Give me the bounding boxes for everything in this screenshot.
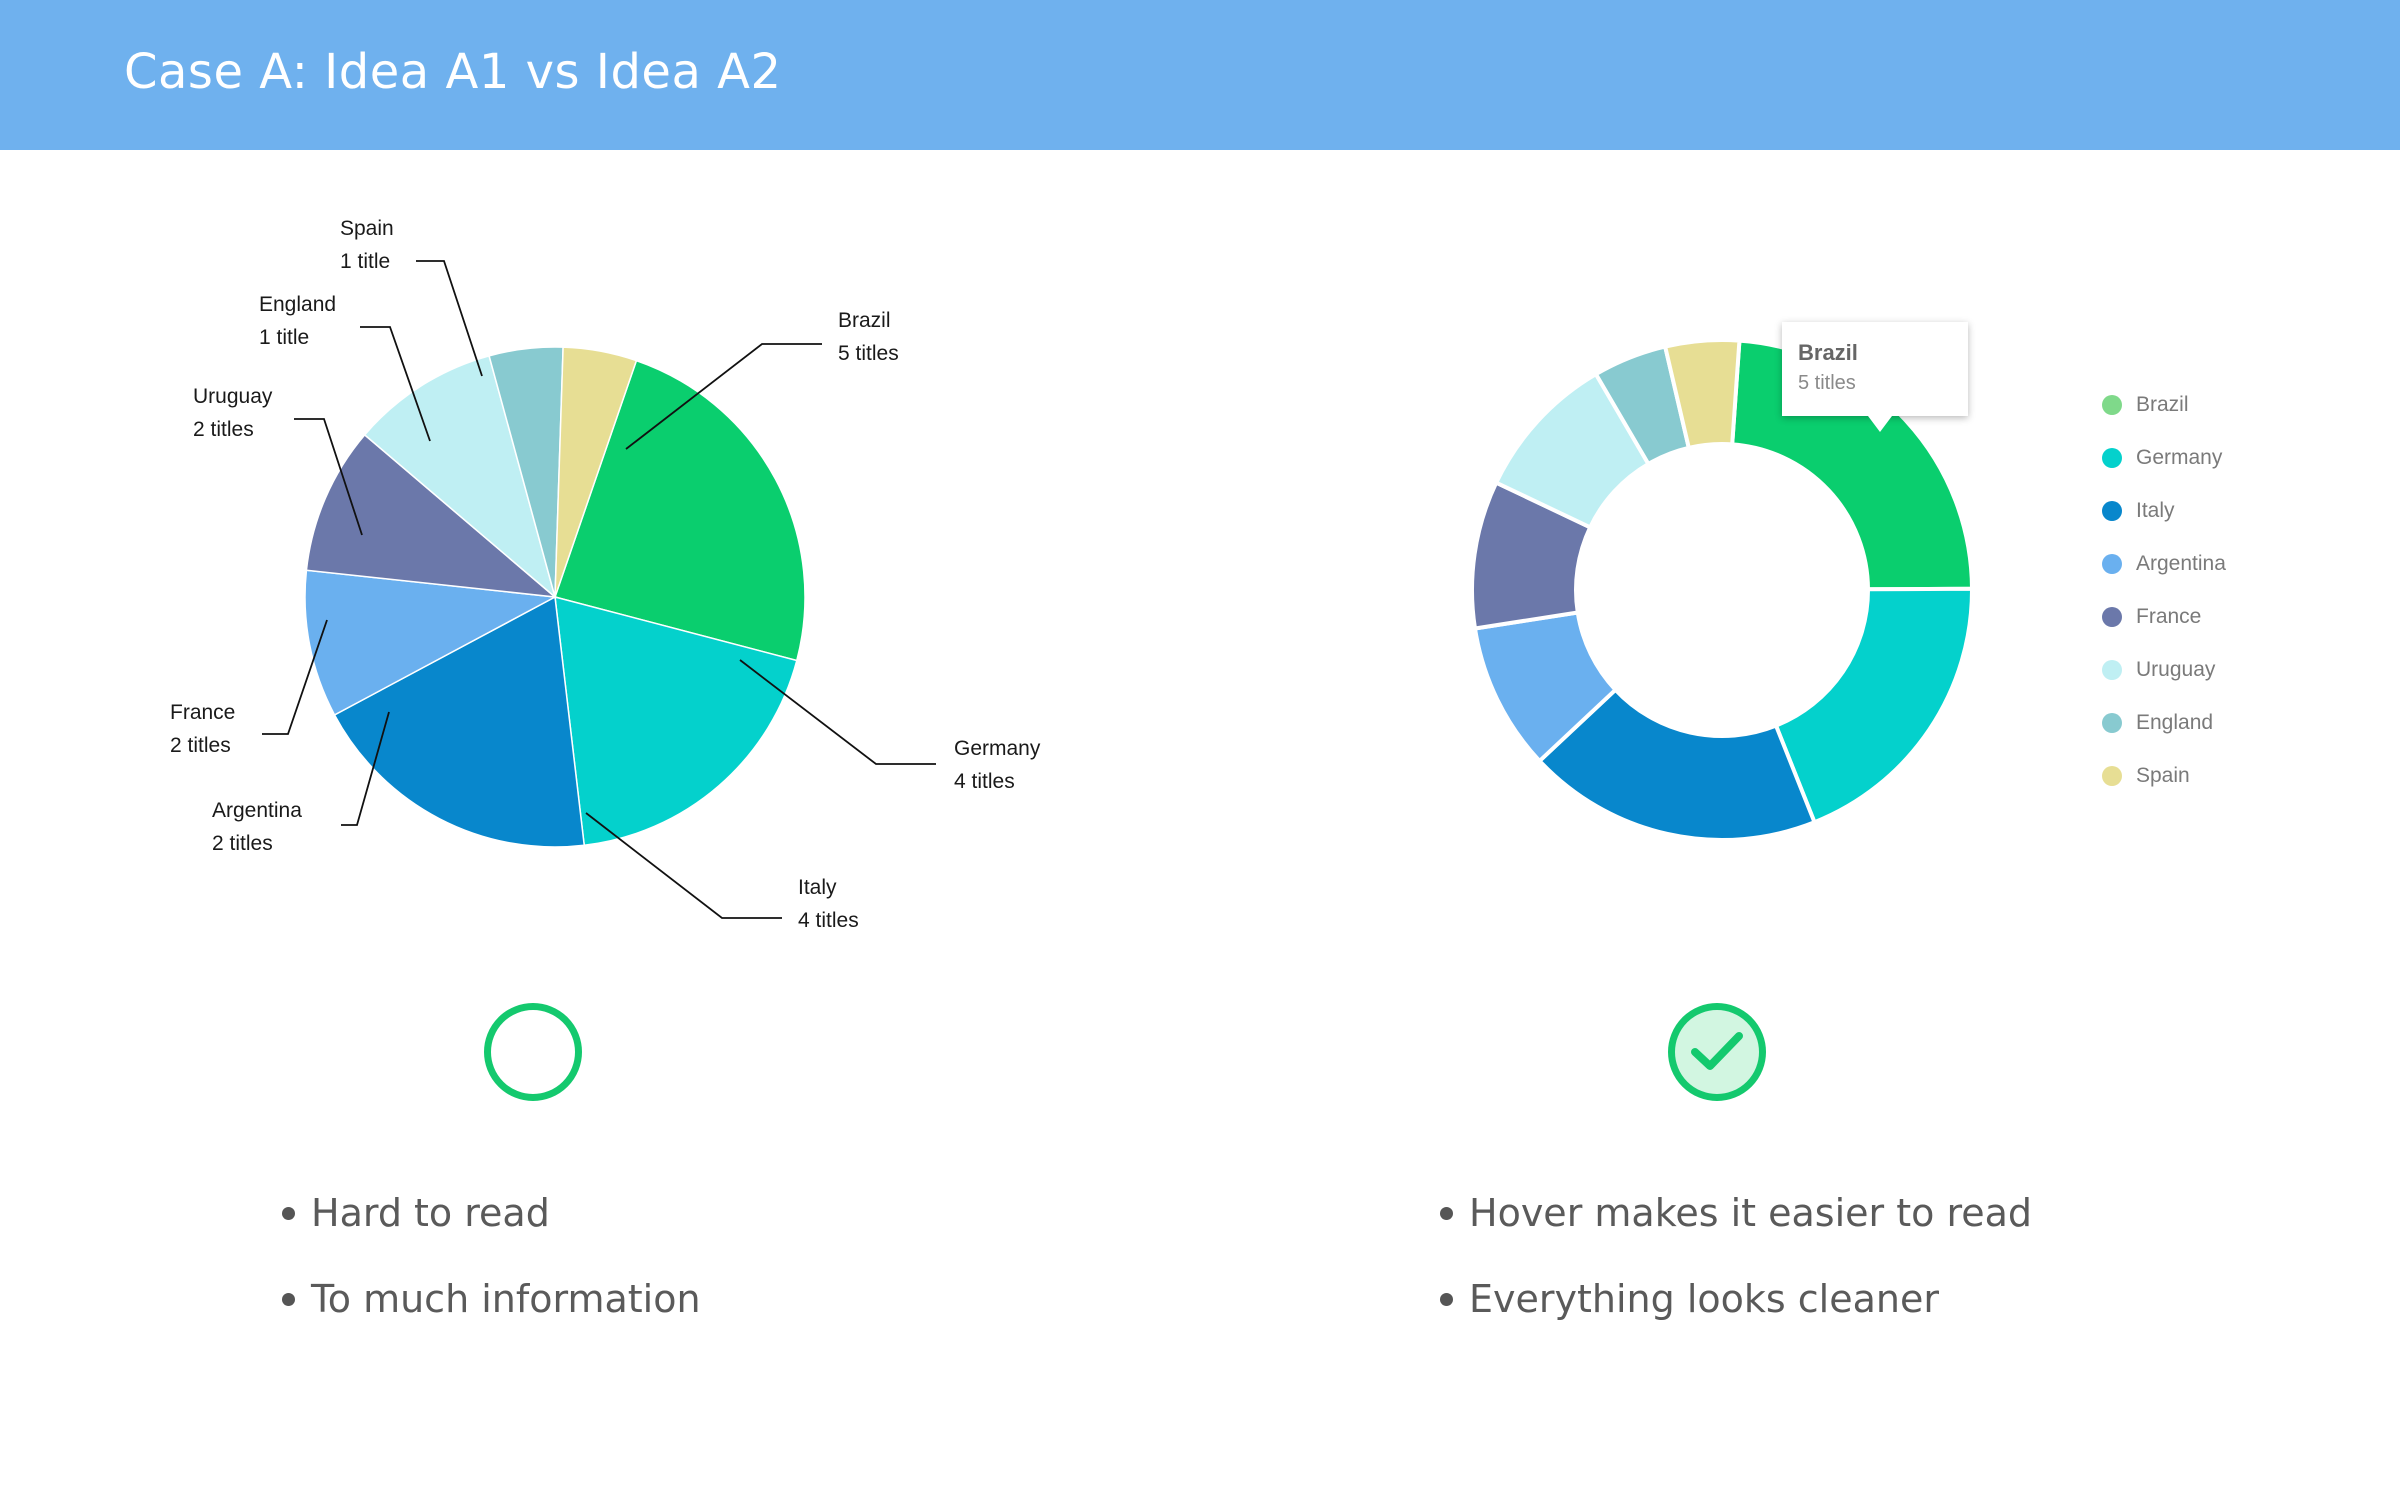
pie-value-brazil: 5 titles bbox=[838, 342, 899, 365]
tooltip-name: Brazil bbox=[1798, 340, 1858, 365]
pie-value-spain: 1 title bbox=[340, 250, 390, 273]
pie-value-argentina: 2 titles bbox=[212, 832, 273, 855]
legend-swatch bbox=[2102, 394, 2122, 415]
legend-label: Brazil bbox=[2136, 392, 2189, 416]
pie-label-uruguay: Uruguay bbox=[193, 385, 273, 408]
pie-value-germany: 4 titles bbox=[954, 770, 1015, 793]
check-circle-icon bbox=[1668, 1003, 1766, 1101]
empty-circle-icon bbox=[484, 1003, 582, 1101]
legend-item-argentina[interactable]: Argentina bbox=[2102, 537, 2226, 590]
list-item: Everything looks cleaner bbox=[1440, 1256, 2032, 1342]
left-points-list: Hard to read To much information bbox=[282, 1170, 701, 1342]
legend-label: Argentina bbox=[2136, 551, 2226, 575]
legend-swatch bbox=[2102, 447, 2122, 468]
pie-label-brazil: Brazil bbox=[838, 309, 891, 332]
legend-label: England bbox=[2136, 710, 2214, 734]
leader-line-spain bbox=[416, 260, 483, 377]
legend-item-italy[interactable]: Italy bbox=[2102, 484, 2226, 537]
legend-swatch bbox=[2102, 553, 2122, 574]
legend-label: Germany bbox=[2136, 445, 2223, 469]
right-points-list: Hover makes it easier to read Everything… bbox=[1440, 1170, 2032, 1342]
legend-item-uruguay[interactable]: Uruguay bbox=[2102, 643, 2226, 696]
header-bar: Case A: Idea A1 vs Idea A2 bbox=[0, 0, 2400, 150]
chart-legend: Brazil Germany Italy Argentina France Uruguay… bbox=[2102, 378, 2226, 802]
pie-label-italy: Italy bbox=[798, 876, 837, 899]
legend-swatch bbox=[2102, 765, 2122, 786]
list-item: Hard to read bbox=[282, 1170, 701, 1256]
pie-label-argentina: Argentina bbox=[212, 799, 302, 822]
legend-item-germany[interactable]: Germany bbox=[2102, 431, 2226, 484]
legend-label: France bbox=[2136, 604, 2202, 628]
chart-tooltip: Brazil 5 titles bbox=[1782, 322, 1968, 432]
point-text: Hard to read bbox=[311, 1191, 550, 1235]
checkmark-icon bbox=[1691, 1032, 1743, 1070]
page-title: Case A: Idea A1 vs Idea A2 bbox=[124, 44, 782, 100]
pie-label-germany: Germany bbox=[954, 737, 1041, 760]
legend-swatch bbox=[2102, 712, 2122, 733]
pie-chart: Brazil 5 titles Germany 4 titles Italy 4 titl… bbox=[170, 217, 1041, 932]
legend-item-england[interactable]: England bbox=[2102, 696, 2226, 749]
tooltip-value: 5 titles bbox=[1798, 372, 1856, 394]
pie-value-uruguay: 2 titles bbox=[193, 418, 254, 441]
point-text: Hover makes it easier to read bbox=[1469, 1191, 2033, 1235]
donut-slice-germany[interactable] bbox=[1774, 586, 1975, 825]
point-text: To much information bbox=[311, 1277, 701, 1321]
legend-label: Uruguay bbox=[2136, 657, 2216, 681]
pie-label-spain: Spain bbox=[340, 217, 394, 240]
legend-item-spain[interactable]: Spain bbox=[2102, 749, 2226, 802]
legend-swatch bbox=[2102, 659, 2122, 680]
legend-label: Italy bbox=[2136, 498, 2175, 522]
point-text: Everything looks cleaner bbox=[1469, 1277, 1939, 1321]
pie-label-france: France bbox=[170, 701, 235, 724]
pie-value-italy: 4 titles bbox=[798, 909, 859, 932]
list-item: Hover makes it easier to read bbox=[1440, 1170, 2032, 1256]
legend-swatch bbox=[2102, 606, 2122, 627]
pie-label-england: England bbox=[259, 293, 336, 316]
pie-value-france: 2 titles bbox=[170, 734, 231, 757]
legend-item-france[interactable]: France bbox=[2102, 590, 2226, 643]
legend-label: Spain bbox=[2136, 763, 2190, 787]
pie-value-england: 1 title bbox=[259, 326, 309, 349]
legend-swatch bbox=[2102, 500, 2122, 521]
list-item: To much information bbox=[282, 1256, 701, 1342]
legend-item-brazil[interactable]: Brazil bbox=[2102, 378, 2226, 431]
